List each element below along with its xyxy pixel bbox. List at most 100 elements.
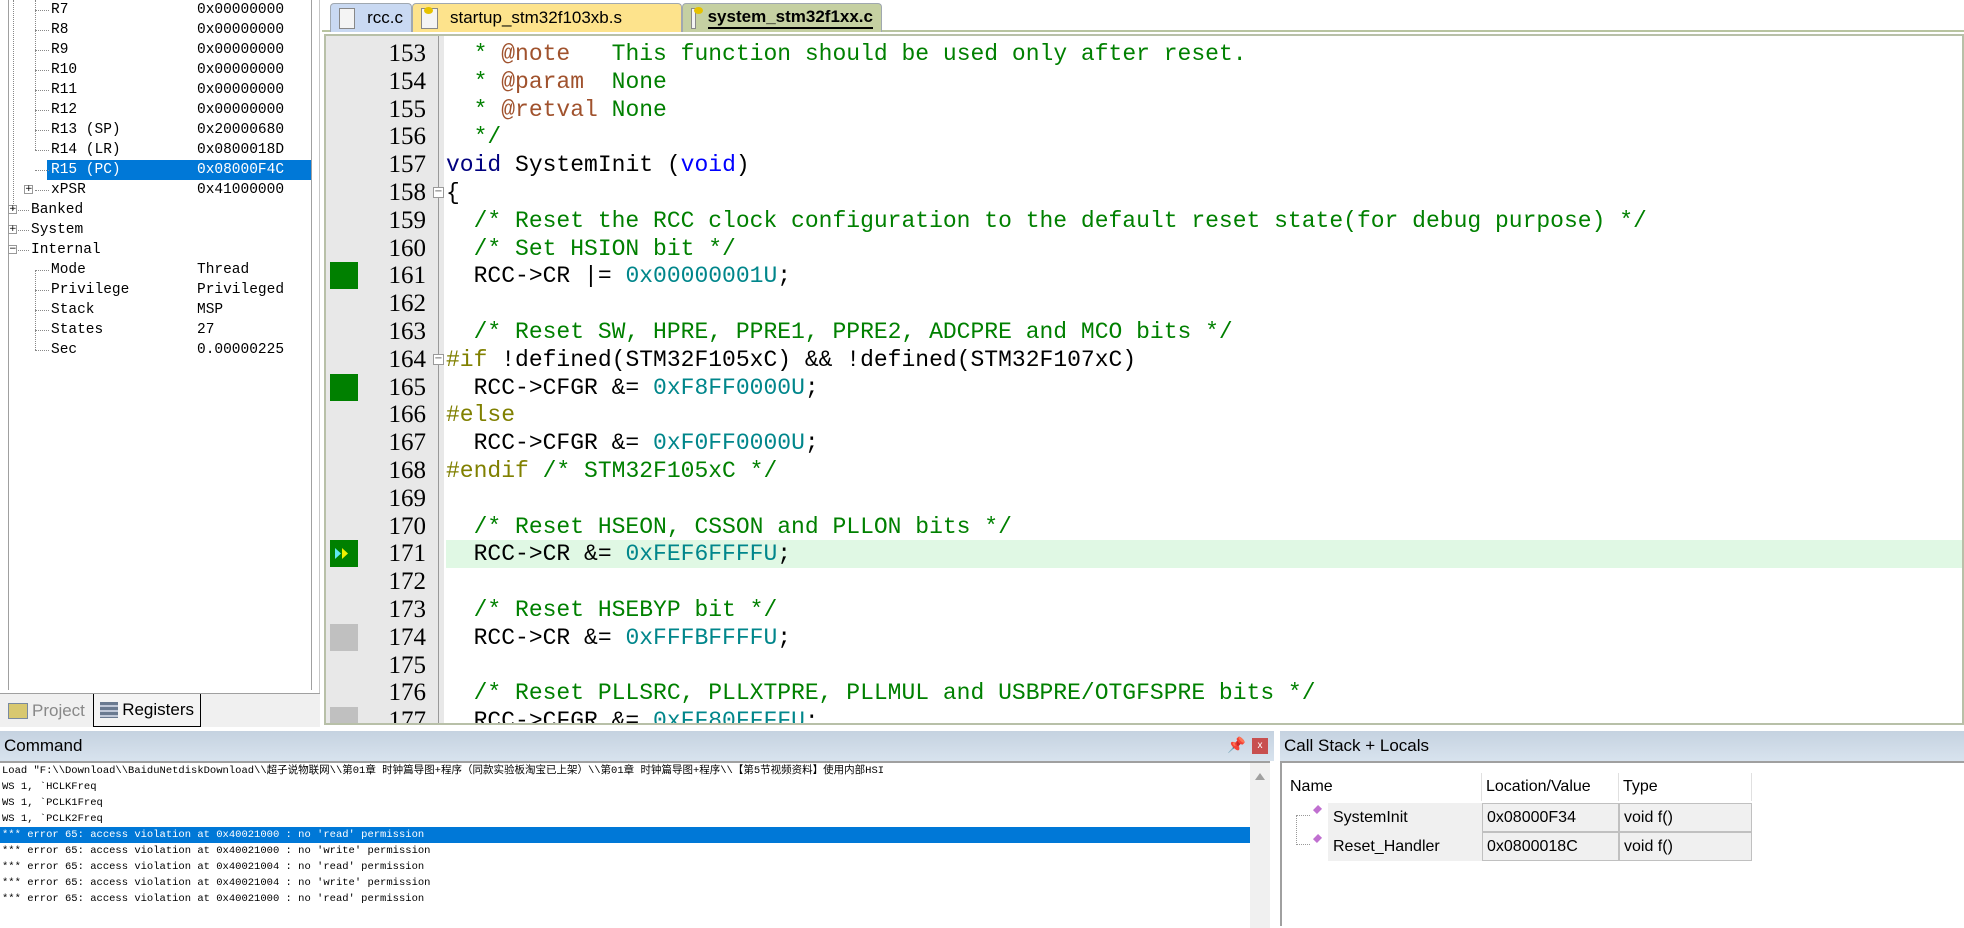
register-row[interactable]: R11 0x00000000 <box>9 80 311 100</box>
fold-collapse-icon[interactable]: − <box>433 353 444 365</box>
key-icon <box>424 6 433 14</box>
callstack-title: Call Stack + Locals <box>1284 736 1430 755</box>
register-row[interactable]: R7 0x00000000 <box>9 0 311 20</box>
code-text: #else <box>446 401 515 429</box>
code-line[interactable]: 163 /* Reset SW, HPRE, PPRE1, PPRE2, ADC… <box>326 318 1962 346</box>
callstack-cell-location[interactable]: 0x0800018C <box>1482 832 1619 861</box>
code-token: 0xFEF6FFFFU <box>625 541 778 568</box>
column-header-name[interactable]: Name <box>1286 773 1482 801</box>
register-value: 0x08000F4C <box>197 162 285 178</box>
command-output[interactable]: Load "F:\\Download\\BaiduNetdiskDownload… <box>0 761 1270 928</box>
code-line[interactable]: 173 /* Reset HSEBYP bit */ <box>326 596 1962 624</box>
register-row[interactable]: States 27 <box>9 320 311 340</box>
command-scrollbar[interactable] <box>1250 763 1270 928</box>
code-editor[interactable]: 153 * @note This function should be used… <box>324 34 1964 725</box>
tree-guide <box>35 270 36 350</box>
code-line[interactable]: 168 #endif /* STM32F105xC */ <box>326 457 1962 485</box>
code-line[interactable]: 176 /* Reset PLLSRC, PLLXTPRE, PLLMUL an… <box>326 679 1962 707</box>
expand-icon[interactable]: + <box>24 185 33 194</box>
code-line[interactable]: 153 * @note This function should be used… <box>326 40 1962 68</box>
register-row[interactable]: R10 0x00000000 <box>9 60 311 80</box>
code-line[interactable]: 159 /* Reset the RCC clock configuration… <box>326 207 1962 235</box>
tree-guide <box>13 0 14 210</box>
register-row[interactable]: + Banked <box>8 200 311 220</box>
tab-registers[interactable]: Registers <box>93 694 201 727</box>
collapse-icon[interactable]: − <box>8 245 17 254</box>
command-line[interactable]: WS 1, `PCLK2Freq <box>0 811 1250 827</box>
command-line[interactable]: *** error 65: access violation at 0x4002… <box>0 827 1250 843</box>
close-icon[interactable]: x <box>1252 738 1268 754</box>
command-line[interactable]: *** error 65: access violation at 0x4002… <box>0 859 1250 875</box>
code-line[interactable]: 169 <box>326 485 1962 513</box>
tree-connector <box>35 150 49 151</box>
code-line[interactable]: 161 RCC->CR |= 0x00000001U; <box>326 262 1962 290</box>
code-line[interactable]: 158 { <box>326 179 1962 207</box>
code-line[interactable]: 154 * @param None <box>326 68 1962 96</box>
code-line[interactable]: 155 * @retval None <box>326 96 1962 124</box>
line-number: 163 <box>388 318 427 345</box>
code-line[interactable]: 166 #else <box>326 401 1962 429</box>
code-token: !defined(STM32F105xC) && !defined(STM32F… <box>487 346 1137 373</box>
code-line[interactable]: 162 <box>326 290 1962 318</box>
code-line[interactable]: 175 <box>326 652 1962 680</box>
register-row[interactable]: R8 0x00000000 <box>9 20 311 40</box>
command-line[interactable]: *** error 65: access violation at 0x4002… <box>0 875 1250 891</box>
fold-collapse-icon[interactable]: − <box>433 187 444 198</box>
tab-project[interactable]: Project <box>2 694 91 727</box>
callstack-cell-location[interactable]: 0x08000F34 <box>1482 803 1619 832</box>
callstack-cell-name[interactable]: Reset_Handler <box>1328 832 1482 861</box>
pin-icon[interactable]: 📌 <box>1227 731 1246 761</box>
column-header-type[interactable]: Type <box>1619 773 1752 801</box>
register-row[interactable]: R9 0x00000000 <box>9 40 311 60</box>
command-line[interactable]: Load "F:\\Download\\BaiduNetdiskDownload… <box>0 763 1250 779</box>
register-row[interactable]: R12 0x00000000 <box>9 100 311 120</box>
code-text: RCC->CR |= 0x00000001U; <box>446 262 791 290</box>
file-tab[interactable]: system_stm32f1xx.c <box>682 3 882 32</box>
register-row[interactable]: Stack MSP <box>9 300 311 320</box>
code-line[interactable]: 160 /* Set HSION bit */ <box>326 235 1962 263</box>
expand-icon[interactable]: + <box>8 225 17 234</box>
callstack-cell-name[interactable]: SystemInit <box>1328 803 1482 832</box>
register-row[interactable]: − Internal <box>8 240 311 260</box>
code-line[interactable]: 170 /* Reset HSEON, CSSON and PLLON bits… <box>326 513 1962 541</box>
code-token: void <box>680 152 736 179</box>
file-tab[interactable]: startup_stm32f103xb.s <box>412 3 682 32</box>
register-name: R7 <box>51 2 69 18</box>
tree-connector <box>35 70 49 71</box>
column-header-location-value[interactable]: Location/Value <box>1482 773 1619 801</box>
command-line[interactable]: WS 1, `PCLK1Freq <box>0 795 1250 811</box>
code-line[interactable]: 174 RCC->CR &= 0xFFFBFFFFU; <box>326 623 1962 652</box>
command-line[interactable]: *** error 65: access violation at 0x4002… <box>0 891 1250 907</box>
code-line[interactable]: 157 void SystemInit (void) <box>326 151 1962 179</box>
register-value: Privileged <box>197 282 285 298</box>
function-icon <box>1312 833 1323 844</box>
register-value: 0x00000000 <box>197 42 285 58</box>
register-row[interactable]: + System <box>8 220 311 240</box>
code-line[interactable]: 171 RCC->CR &= 0xFEF6FFFFU; <box>326 540 1962 569</box>
code-line[interactable]: 156 */ <box>326 123 1962 151</box>
register-row[interactable]: R15 (PC) 0x08000F4C <box>9 160 311 180</box>
callstack-cell-type[interactable]: void f() <box>1619 803 1752 832</box>
command-line[interactable]: WS 1, `HCLKFreq <box>0 779 1250 795</box>
register-row[interactable]: R14 (LR) 0x0800018D <box>9 140 311 160</box>
code-line[interactable]: 177 RCC->CFGR &= 0xFF80FFFFU; <box>326 707 1962 723</box>
register-row[interactable]: R13 (SP) 0x20000680 <box>9 120 311 140</box>
register-row[interactable]: Privilege Privileged <box>9 280 311 300</box>
register-row[interactable]: + xPSR 0x41000000 <box>9 180 311 200</box>
code-line[interactable]: 167 RCC->CFGR &= 0xF0FF0000U; <box>326 429 1962 457</box>
file-tab[interactable]: rcc.c <box>330 3 412 32</box>
command-line[interactable]: *** error 65: access violation at 0x4002… <box>0 843 1250 859</box>
register-row[interactable]: Sec 0.00000225 <box>9 340 311 360</box>
register-value: 0x00000000 <box>197 82 285 98</box>
code-token: /* STM32F105xC */ <box>528 458 778 484</box>
code-line[interactable]: 165 RCC->CFGR &= 0xF8FF0000U; <box>326 373 1962 402</box>
register-row[interactable]: Mode Thread <box>9 260 311 280</box>
register-value: 0x41000000 <box>197 182 285 198</box>
code-line[interactable]: 172 <box>326 568 1962 596</box>
callstack-cell-type[interactable]: void f() <box>1619 832 1752 861</box>
scroll-up-icon[interactable] <box>1255 773 1265 780</box>
code-line[interactable]: 164 #if !defined(STM32F105xC) && !defined… <box>326 346 1962 374</box>
code-token: /* Set HSION bit */ <box>446 235 736 262</box>
code-token: @retval <box>501 96 598 123</box>
register-value: MSP <box>197 302 224 318</box>
